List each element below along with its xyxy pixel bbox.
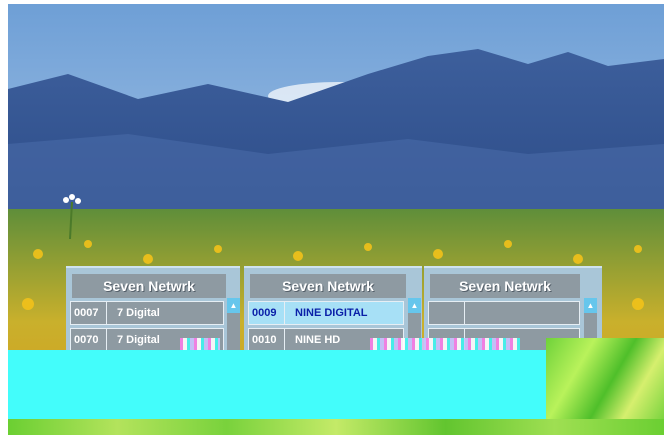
channel-name: NINE DIGITAL (295, 307, 368, 319)
scroll-up-arrow-icon[interactable]: ▲ (584, 298, 597, 313)
channel-number: 0007 (71, 302, 107, 324)
channel-number: 0070 (71, 329, 107, 351)
signal-corruption-band (8, 350, 546, 419)
panel-title: Seven Netwrk (430, 274, 580, 298)
signal-corruption-strip (8, 419, 664, 435)
panel-title: Seven Netwrk (72, 274, 226, 298)
channel-name: 7 Digital (117, 307, 160, 319)
signal-corruption-block (546, 338, 664, 419)
channel-number (429, 302, 465, 324)
panel-title: Seven Netwrk (250, 274, 406, 298)
channel-number: 0009 (249, 302, 285, 324)
channel-row[interactable]: 0007 7 Digital (70, 301, 224, 325)
channel-row-empty[interactable] (428, 301, 580, 325)
scrollbar[interactable]: ▲ (227, 298, 240, 354)
scroll-up-arrow-icon[interactable]: ▲ (408, 298, 421, 313)
scroll-up-arrow-icon[interactable]: ▲ (227, 298, 240, 313)
channel-name: 7 Digital (117, 334, 160, 346)
channel-number: 0010 (249, 329, 285, 351)
channel-name: NINE HD (295, 334, 341, 346)
channel-row-selected[interactable]: 0009 NINE DIGITAL (248, 301, 404, 325)
